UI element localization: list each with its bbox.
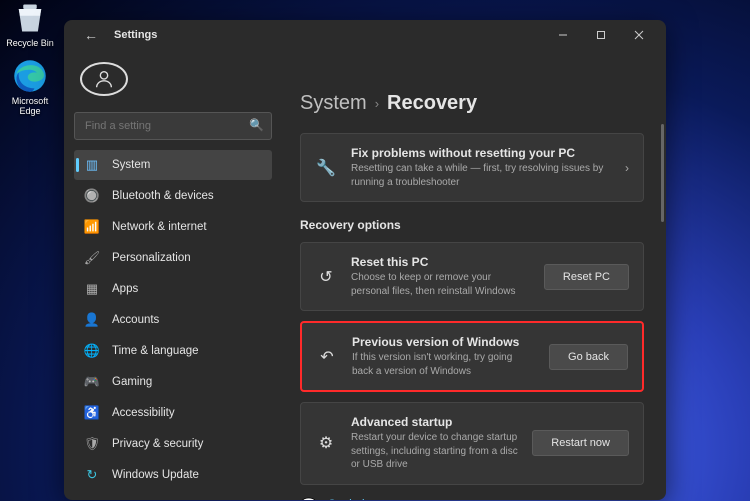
desktop-icon-edge[interactable]: Microsoft Edge (2, 58, 58, 116)
clock-globe-icon: 🌐 (84, 343, 100, 359)
shield-icon: 🛡 (84, 436, 100, 452)
history-icon: ↶ (316, 347, 338, 367)
breadcrumb: System › Recovery (300, 92, 644, 115)
get-help-link[interactable]: 💬 Get help (300, 497, 644, 501)
sidebar-item-label: Apps (112, 283, 138, 295)
wifi-icon: 📶 (84, 219, 100, 235)
chevron-right-icon: › (375, 96, 379, 111)
fix-problems-card[interactable]: 🔧 Fix problems without resetting your PC… (300, 133, 644, 202)
sidebar-item-personalization[interactable]: 🖌 Personalization (74, 243, 272, 273)
card-description: Restart your device to change startup se… (351, 431, 518, 472)
desktop-icon-label: Recycle Bin (2, 38, 58, 48)
sidebar-item-label: Bluetooth & devices (112, 190, 214, 202)
wrench-icon: 🔧 (315, 158, 337, 178)
desktop-icon-label: Microsoft Edge (2, 96, 58, 116)
main-panel: System › Recovery 🔧 Fix problems without… (282, 50, 666, 500)
sidebar-item-label: Privacy & security (112, 438, 203, 450)
reset-pc-card: ↺ Reset this PC Choose to keep or remove… (300, 242, 644, 311)
accessibility-icon: ♿ (84, 405, 100, 421)
sidebar-item-label: Personalization (112, 252, 191, 264)
power-settings-icon: ⚙ (315, 433, 337, 453)
page-title: Recovery (387, 92, 477, 115)
sidebar-item-system[interactable]: ▥ System (74, 150, 272, 180)
reset-pc-button[interactable]: Reset PC (544, 264, 629, 290)
recycle-bin-icon (12, 0, 48, 36)
settings-window: ← Settings 🔍 ▥ System 🔘 (64, 20, 666, 500)
card-description: Resetting can take a while — first, try … (351, 162, 611, 189)
apps-icon: ▦ (84, 281, 100, 297)
sidebar-item-windows-update[interactable]: ↻ Windows Update (74, 460, 272, 490)
system-icon: ▥ (84, 157, 100, 173)
titlebar: ← Settings (64, 20, 666, 50)
bluetooth-icon: 🔘 (84, 188, 100, 204)
person-icon: 👤 (84, 312, 100, 328)
gaming-icon: 🎮 (84, 374, 100, 390)
sidebar-item-time-language[interactable]: 🌐 Time & language (74, 336, 272, 366)
sidebar-item-label: Network & internet (112, 221, 207, 233)
sidebar: 🔍 ▥ System 🔘 Bluetooth & devices 📶 Netwo… (64, 50, 282, 500)
section-title: Recovery options (300, 218, 644, 232)
go-back-button[interactable]: Go back (549, 344, 628, 370)
sidebar-item-bluetooth[interactable]: 🔘 Bluetooth & devices (74, 181, 272, 211)
sidebar-item-label: Windows Update (112, 469, 199, 481)
sidebar-item-accounts[interactable]: 👤 Accounts (74, 305, 272, 335)
maximize-button[interactable] (582, 20, 620, 50)
chevron-right-icon: › (625, 161, 629, 175)
sidebar-item-accessibility[interactable]: ♿ Accessibility (74, 398, 272, 428)
sidebar-item-network[interactable]: 📶 Network & internet (74, 212, 272, 242)
restart-now-button[interactable]: Restart now (532, 430, 629, 456)
sidebar-item-label: System (112, 159, 150, 171)
search-icon: 🔍 (249, 118, 264, 132)
get-help-label: Get help (327, 499, 370, 500)
previous-version-card: ↶ Previous version of Windows If this ve… (300, 321, 644, 392)
search-input[interactable] (74, 112, 272, 140)
help-chat-icon: 💬 (300, 497, 317, 501)
update-icon: ↻ (84, 467, 100, 483)
sidebar-item-label: Gaming (112, 376, 152, 388)
card-title: Advanced startup (351, 415, 518, 429)
close-button[interactable] (620, 20, 658, 50)
search-box: 🔍 (74, 112, 272, 140)
card-description: If this version isn't working, try going… (352, 351, 532, 378)
card-title: Reset this PC (351, 255, 530, 269)
sidebar-item-label: Accounts (112, 314, 159, 326)
card-title: Previous version of Windows (352, 335, 535, 349)
scrollbar-thumb[interactable] (661, 124, 664, 222)
sidebar-item-label: Time & language (112, 345, 199, 357)
window-title: Settings (114, 29, 157, 41)
back-button[interactable]: ← (78, 25, 104, 45)
breadcrumb-parent[interactable]: System (300, 92, 367, 115)
sidebar-item-label: Accessibility (112, 407, 175, 419)
card-description: Choose to keep or remove your personal f… (351, 271, 530, 298)
edge-icon (12, 58, 48, 94)
desktop-icon-recycle-bin[interactable]: Recycle Bin (2, 0, 58, 48)
advanced-startup-card: ⚙ Advanced startup Restart your device t… (300, 402, 644, 485)
reset-icon: ↺ (315, 267, 337, 287)
paintbrush-icon: 🖌 (84, 250, 100, 266)
card-title: Fix problems without resetting your PC (351, 146, 611, 160)
sidebar-item-gaming[interactable]: 🎮 Gaming (74, 367, 272, 397)
minimize-button[interactable] (544, 20, 582, 50)
user-avatar[interactable] (80, 62, 128, 96)
sidebar-item-apps[interactable]: ▦ Apps (74, 274, 272, 304)
sidebar-item-privacy-security[interactable]: 🛡 Privacy & security (74, 429, 272, 459)
